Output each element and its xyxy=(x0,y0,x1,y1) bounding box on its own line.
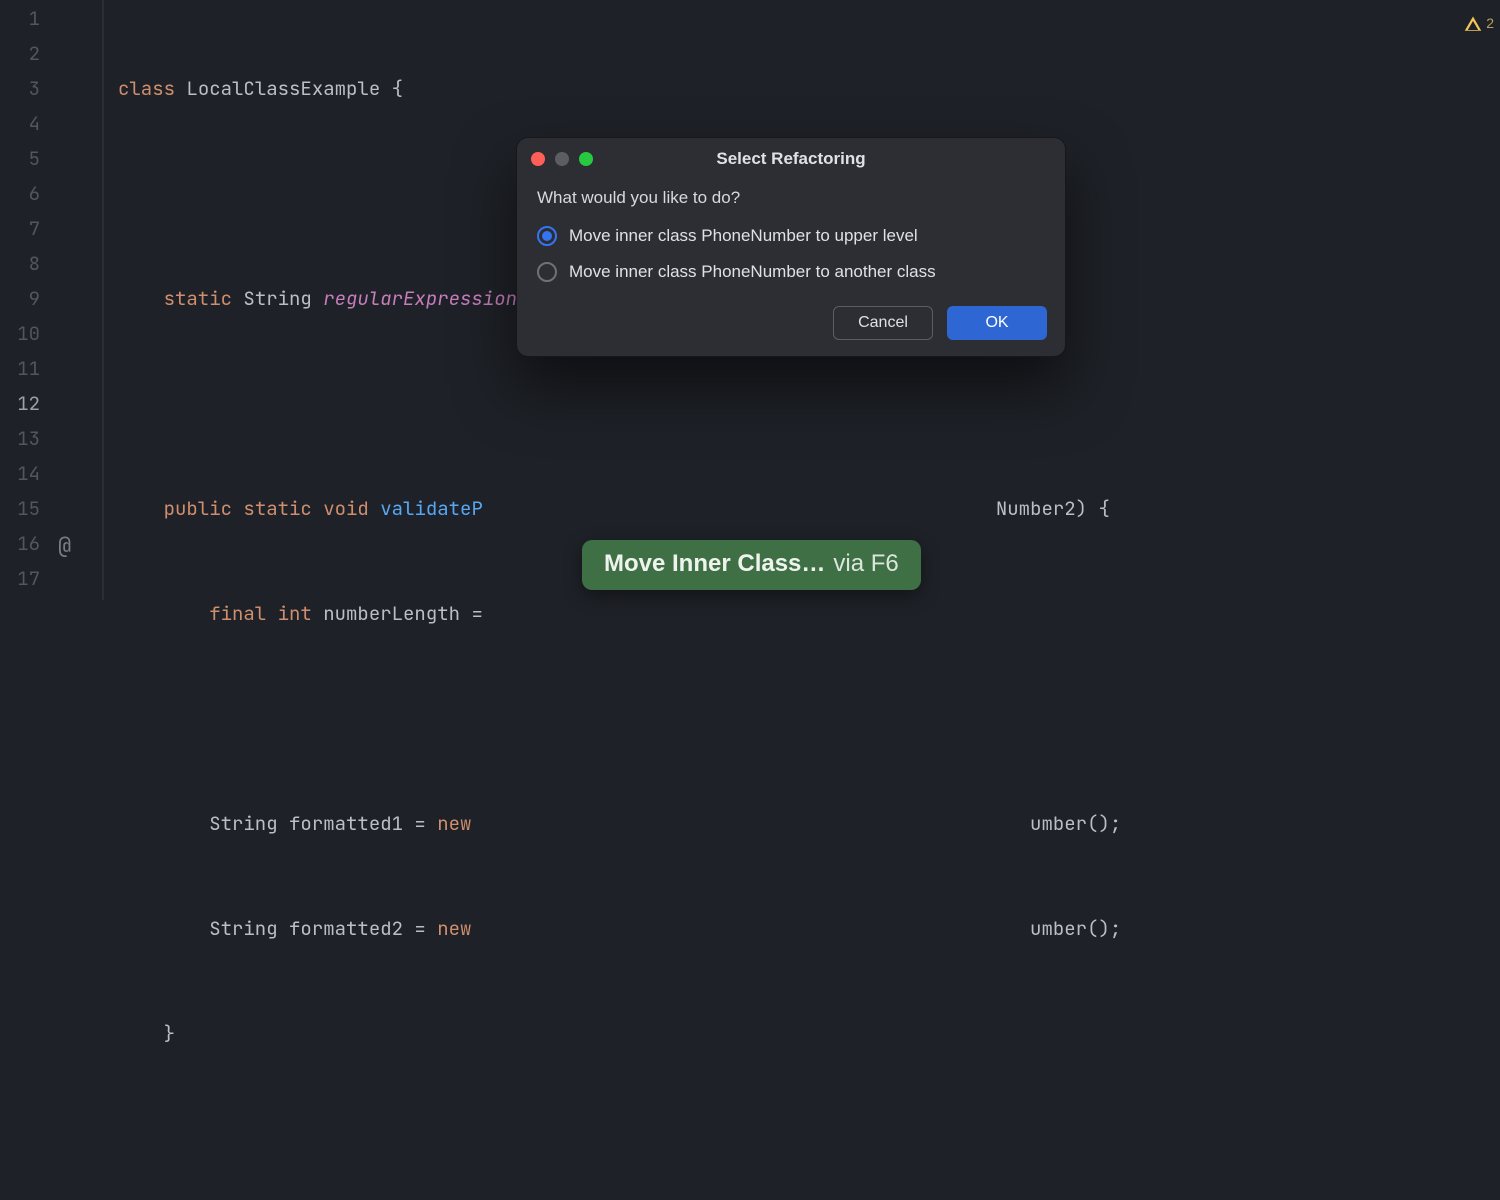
line-number: 3 xyxy=(0,71,58,106)
line-number: 4 xyxy=(0,106,58,141)
close-icon[interactable] xyxy=(531,152,545,166)
refactoring-dialog: Select Refactoring What would you like t… xyxy=(516,137,1066,357)
line-number: 8 xyxy=(0,246,58,281)
radio-button-unselected-icon[interactable] xyxy=(537,262,557,282)
warning-icon xyxy=(1464,15,1482,33)
warning-badge[interactable]: 2 xyxy=(1464,6,1494,41)
line-number: 10 xyxy=(0,316,58,351)
line-number: 2 xyxy=(0,36,58,71)
line-number: 15 xyxy=(0,491,58,526)
line-number: 1 xyxy=(0,1,58,36)
line-number: 5 xyxy=(0,141,58,176)
line-number: 6 xyxy=(0,176,58,211)
line-number: 11 xyxy=(0,351,58,386)
line-number: 17 xyxy=(0,561,58,596)
dialog-titlebar: Select Refactoring xyxy=(517,138,1065,180)
line-number: 14 xyxy=(0,456,58,491)
line-number: 9 xyxy=(0,281,58,316)
dialog-title: Select Refactoring xyxy=(517,149,1065,169)
keyword-class: class xyxy=(118,76,175,101)
ok-button[interactable]: OK xyxy=(947,306,1047,340)
action-hint-pill: Move Inner Class… via F6 xyxy=(582,540,921,590)
line-number: 16 xyxy=(0,526,58,561)
radio-move-to-upper[interactable]: Move inner class PhoneNumber to upper le… xyxy=(537,218,1045,254)
cancel-button[interactable]: Cancel xyxy=(833,306,933,340)
line-number: 7 xyxy=(0,211,58,246)
radio-move-to-another[interactable]: Move inner class PhoneNumber to another … xyxy=(537,254,1045,290)
line-number-current: 12 xyxy=(0,386,58,421)
field-regular-expression: regularExpression xyxy=(323,286,517,311)
warning-count: 2 xyxy=(1486,6,1494,41)
dialog-buttons: Cancel OK xyxy=(517,294,1065,356)
radio-label: Move inner class PhoneNumber to another … xyxy=(569,262,936,282)
dialog-body: What would you like to do? Move inner cl… xyxy=(517,180,1065,294)
line-number-gutter: 1 2 3 4 5 6 7 8 9 10 11 12 13 14 15 16 1… xyxy=(0,0,58,600)
line-number: 13 xyxy=(0,421,58,456)
gutter-divider xyxy=(102,0,104,600)
annotation-gutter: @ xyxy=(58,0,98,600)
class-name: LocalClassExample xyxy=(186,76,380,101)
zoom-icon[interactable] xyxy=(579,152,593,166)
minimize-icon xyxy=(555,152,569,166)
window-controls xyxy=(531,152,593,166)
hint-shortcut: via F6 xyxy=(833,550,898,578)
radio-label: Move inner class PhoneNumber to upper le… xyxy=(569,226,918,246)
hint-action: Move Inner Class… xyxy=(604,550,825,578)
method-validate: validateP xyxy=(380,496,483,521)
override-annotation-icon[interactable]: @ xyxy=(58,528,71,563)
dialog-prompt: What would you like to do? xyxy=(537,188,1045,208)
radio-button-selected-icon[interactable] xyxy=(537,226,557,246)
